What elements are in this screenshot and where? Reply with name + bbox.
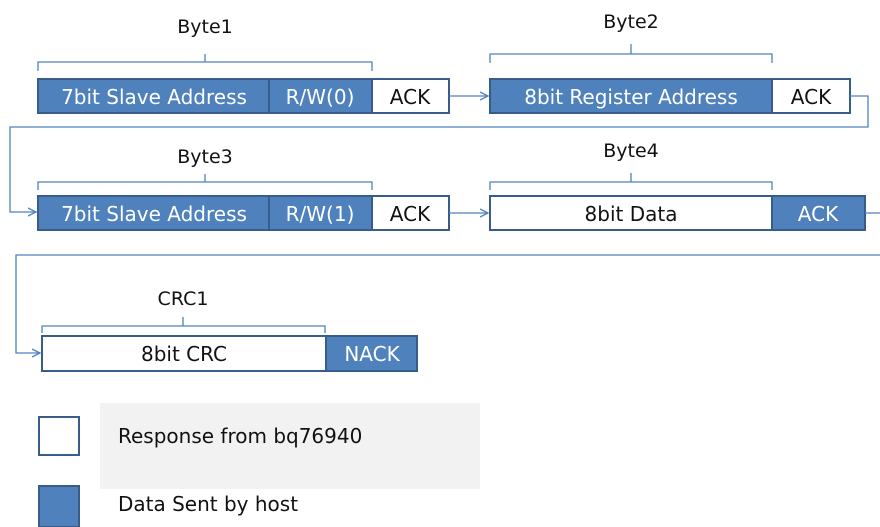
byte2-bracket (489, 44, 773, 63)
legend-response-text: Response from bq76940 (118, 424, 362, 448)
byte1-ack-text: ACK (390, 85, 431, 109)
byte3-ack-text: ACK (390, 202, 431, 226)
byte4-bracket (489, 173, 773, 190)
byte2-label: Byte2 (603, 11, 659, 33)
byte1-bracket (37, 54, 373, 71)
byte4-data-text: 8bit Data (585, 202, 678, 226)
byte4-label: Byte4 (603, 140, 659, 162)
wrap-connector-2 (15, 212, 880, 353)
byte1-label: Byte1 (177, 16, 233, 38)
i2c-read-sequence-diagram: Byte1 7bit Slave Address R/W(0) ACK Byte… (9, 11, 880, 527)
crc1-nack-text: NACK (344, 342, 400, 366)
byte1-rw-text: R/W(0) (286, 85, 355, 109)
byte3-label: Byte3 (177, 146, 233, 168)
byte1-address-text: 7bit Slave Address (61, 85, 247, 109)
byte3-bracket (37, 174, 373, 190)
legend-host-text: Data Sent by host (118, 492, 298, 516)
byte2-register-text: 8bit Register Address (524, 85, 738, 109)
legend-response-swatch (38, 416, 80, 456)
crc1-bracket (41, 317, 326, 333)
byte2-ack-text: ACK (791, 85, 832, 109)
legend-host-swatch (38, 485, 80, 527)
byte4-ack-text: ACK (798, 202, 839, 226)
crc1-data-text: 8bit CRC (141, 342, 227, 366)
byte3-rw-text: R/W(1) (286, 202, 355, 226)
byte3-address-text: 7bit Slave Address (61, 202, 247, 226)
crc1-label: CRC1 (158, 288, 209, 310)
